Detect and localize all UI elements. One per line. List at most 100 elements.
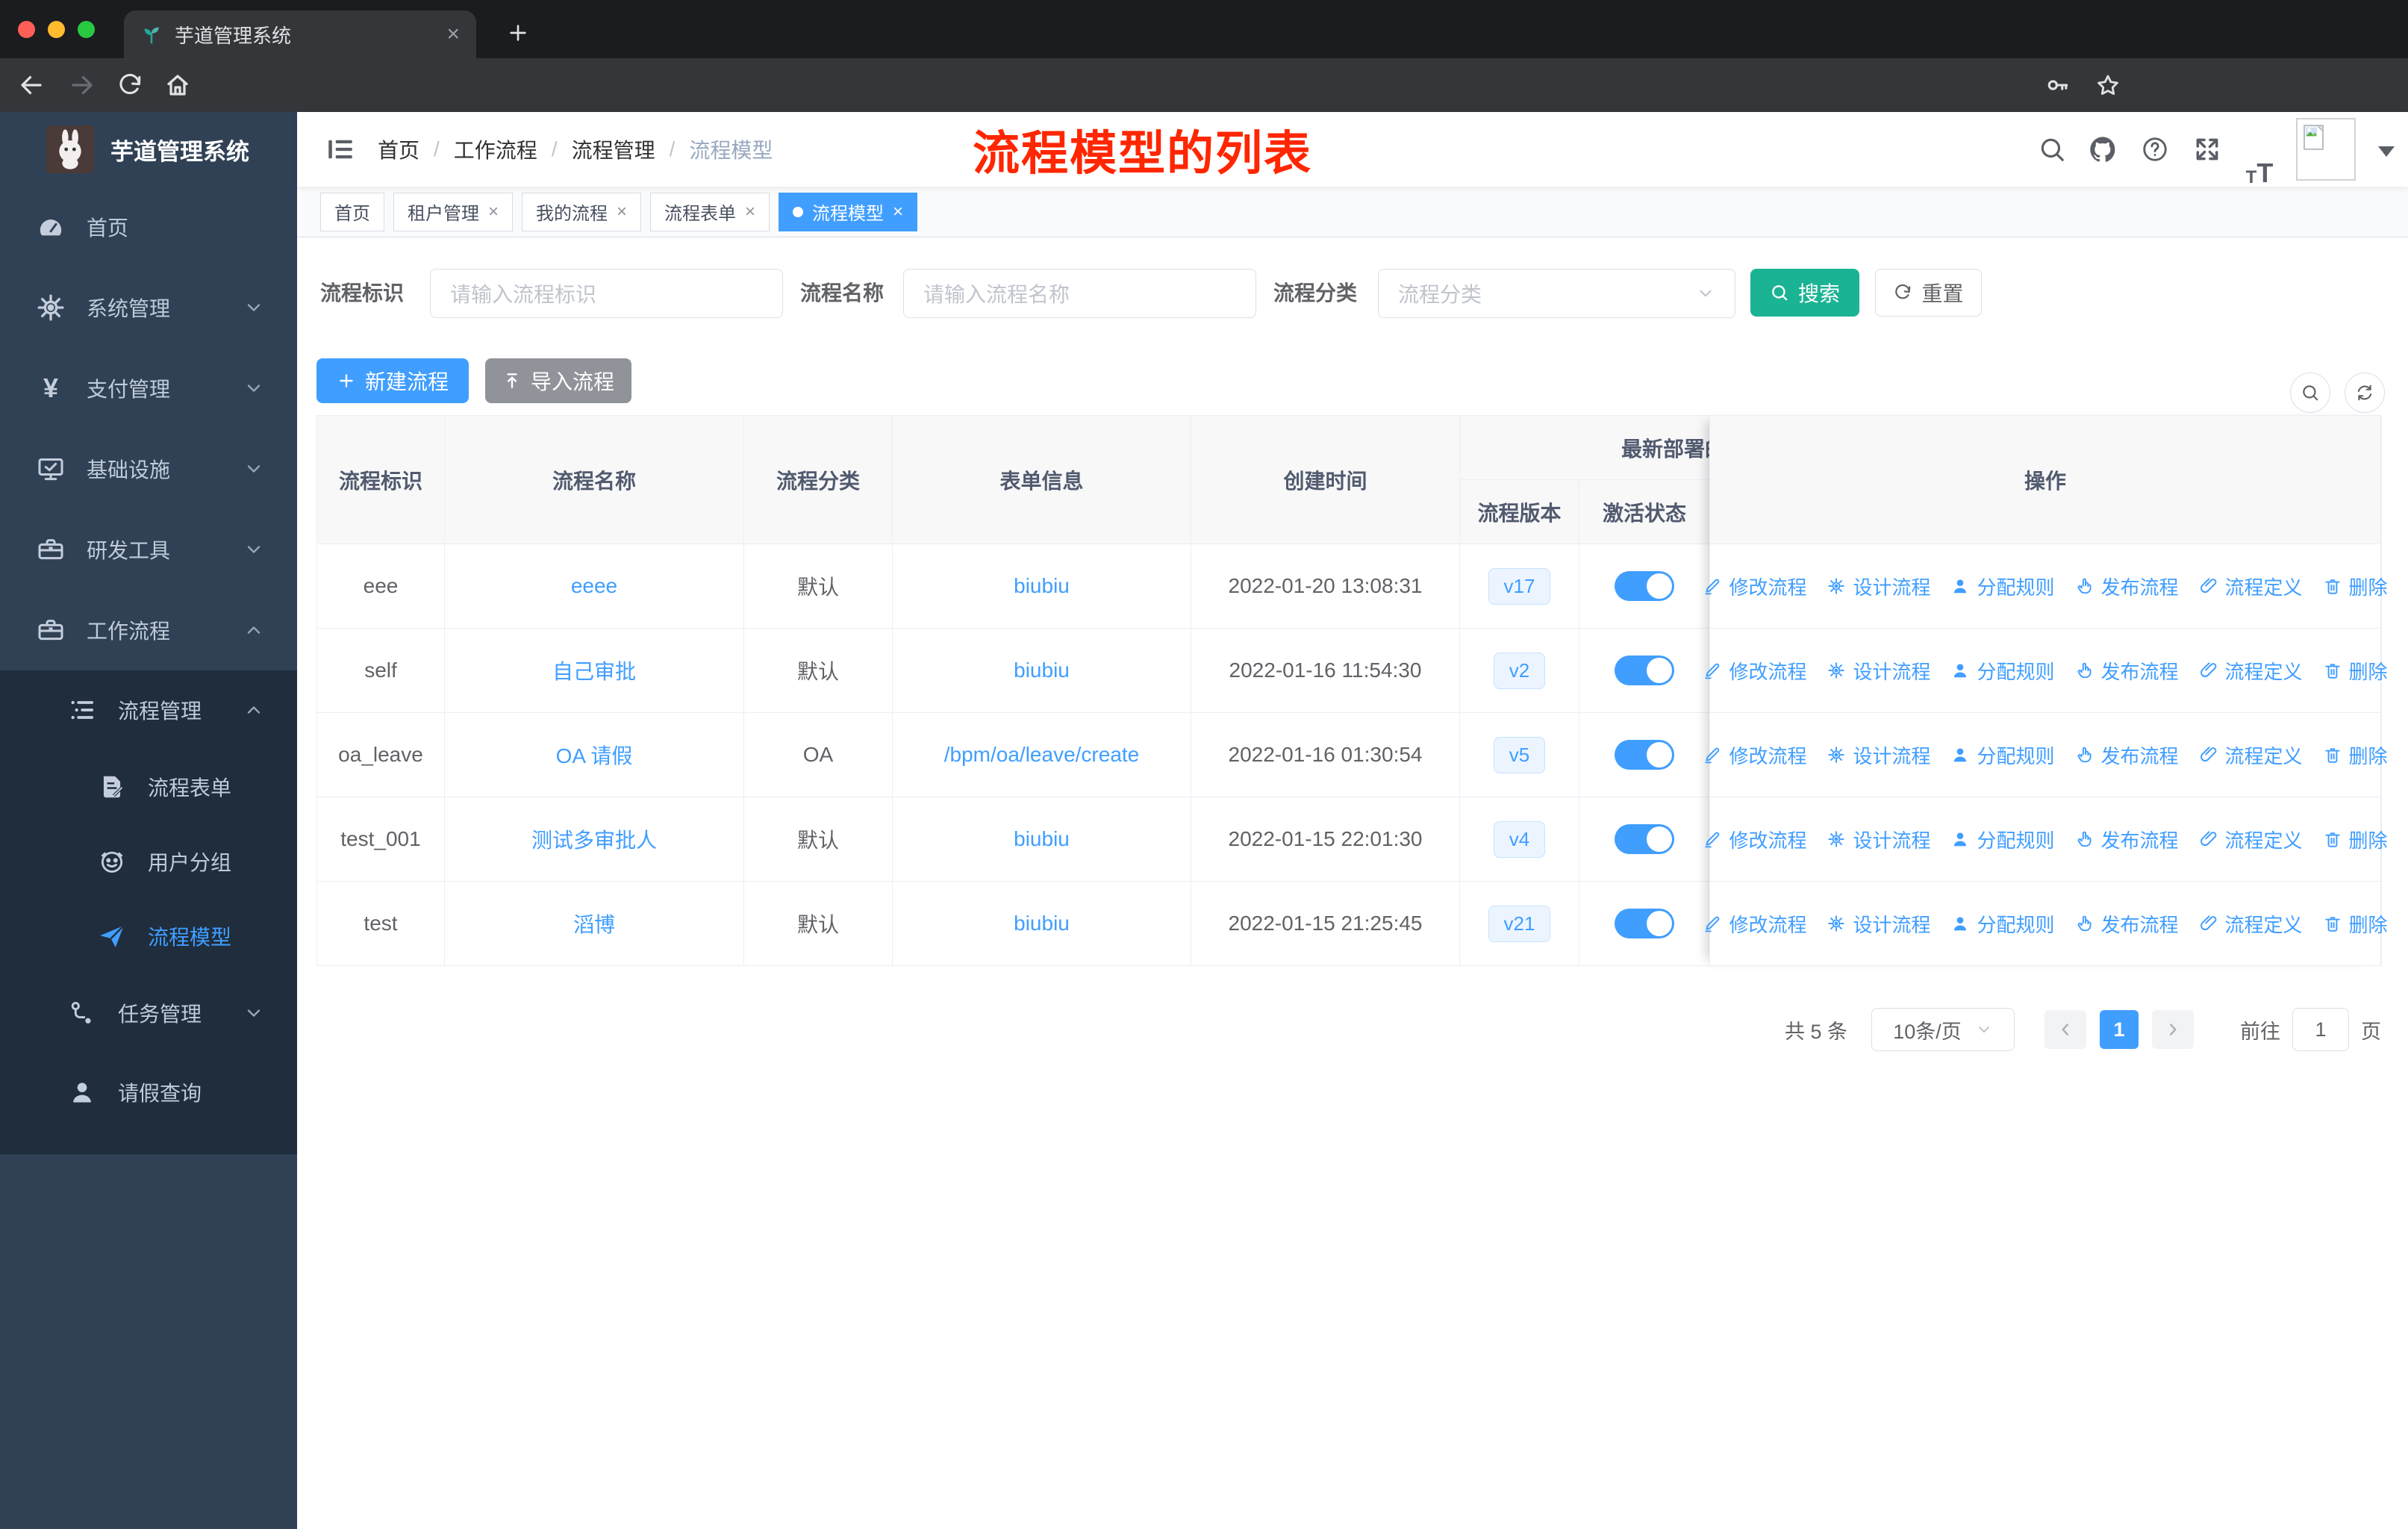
avatar[interactable]: [2296, 118, 2356, 181]
process-name-link[interactable]: OA 请假: [556, 744, 633, 767]
forward-icon[interactable]: [61, 58, 103, 112]
version-badge[interactable]: v4: [1493, 820, 1546, 858]
sidebar-item-payment[interactable]: ¥ 支付管理: [0, 348, 297, 429]
sidebar-item-workflow[interactable]: 工作流程: [0, 590, 297, 670]
key-icon[interactable]: [2036, 58, 2078, 112]
process-name-link[interactable]: 自己审批: [552, 660, 636, 683]
sidebar-item-process-model[interactable]: 流程模型: [0, 899, 297, 974]
github-icon[interactable]: [2082, 112, 2124, 187]
close-icon[interactable]: ×: [488, 202, 499, 221]
maximize-window-button[interactable]: [78, 20, 95, 38]
sidebar-item-user-group[interactable]: 用户分组: [0, 824, 297, 899]
fullscreen-icon[interactable]: [2186, 112, 2228, 187]
browser-tab[interactable]: 芋道管理系统 ×: [124, 10, 476, 58]
version-badge[interactable]: v21: [1488, 905, 1551, 942]
deploy-process-link[interactable]: 发布流程: [2075, 826, 2179, 853]
design-process-link[interactable]: 设计流程: [1827, 741, 1930, 769]
table-refresh-button[interactable]: [2345, 373, 2385, 413]
active-toggle[interactable]: [1615, 824, 1674, 854]
prev-page-button[interactable]: [2044, 1010, 2086, 1049]
back-icon[interactable]: [10, 58, 52, 112]
import-process-button[interactable]: 导入流程: [485, 358, 631, 403]
active-toggle[interactable]: [1615, 909, 1674, 938]
modify-process-link[interactable]: 修改流程: [1703, 910, 1806, 938]
version-badge[interactable]: v5: [1493, 736, 1546, 773]
search-icon[interactable]: [2031, 112, 2073, 187]
design-process-link[interactable]: 设计流程: [1827, 573, 1930, 600]
process-name-link[interactable]: 测试多审批人: [531, 829, 657, 852]
bookmark-star-icon[interactable]: [2087, 58, 2129, 112]
home-icon[interactable]: [157, 58, 199, 112]
process-name-link[interactable]: eeee: [571, 574, 617, 597]
delete-link[interactable]: 删除: [2323, 826, 2388, 853]
tag-tenant[interactable]: 租户管理 ×: [393, 192, 514, 231]
close-window-button[interactable]: [18, 20, 35, 38]
deploy-process-link[interactable]: 发布流程: [2075, 741, 2179, 769]
close-icon[interactable]: ×: [617, 202, 627, 221]
assign-rule-link[interactable]: 分配规则: [1950, 910, 2055, 938]
new-tab-button[interactable]: [497, 12, 539, 54]
close-icon[interactable]: ×: [745, 202, 755, 221]
process-definition-link[interactable]: 流程定义: [2199, 657, 2303, 685]
deploy-process-link[interactable]: 发布流程: [2075, 573, 2179, 600]
category-select[interactable]: 流程分类: [1378, 269, 1735, 318]
breadcrumb-item[interactable]: 流程管理: [572, 134, 655, 164]
sidebar-item-infrastructure[interactable]: 基础设施: [0, 429, 297, 509]
delete-link[interactable]: 删除: [2323, 573, 2388, 600]
table-search-toggle-button[interactable]: [2290, 373, 2330, 413]
close-icon[interactable]: ×: [893, 202, 903, 221]
form-link[interactable]: /bpm/oa/leave/create: [944, 743, 1140, 766]
version-badge[interactable]: v2: [1493, 652, 1546, 689]
modify-process-link[interactable]: 修改流程: [1703, 826, 1806, 853]
process-definition-link[interactable]: 流程定义: [2199, 826, 2303, 853]
reset-button[interactable]: 重置: [1875, 269, 1982, 317]
sidebar-item-system[interactable]: 系统管理: [0, 267, 297, 348]
help-icon[interactable]: [2134, 112, 2176, 187]
form-link[interactable]: biubiu: [1014, 658, 1070, 682]
assign-rule-link[interactable]: 分配规则: [1950, 741, 2055, 769]
process-definition-link[interactable]: 流程定义: [2199, 741, 2303, 769]
reload-icon[interactable]: [109, 58, 151, 112]
process-name-input[interactable]: 请输入流程名称: [903, 269, 1256, 318]
caret-down-icon[interactable]: [2378, 146, 2395, 157]
process-definition-link[interactable]: 流程定义: [2199, 910, 2303, 938]
tag-home[interactable]: 首页: [320, 192, 384, 231]
minimize-window-button[interactable]: [48, 20, 65, 38]
deploy-process-link[interactable]: 发布流程: [2075, 910, 2179, 938]
breadcrumb-item[interactable]: 首页: [378, 134, 419, 164]
assign-rule-link[interactable]: 分配规则: [1950, 826, 2055, 853]
search-button[interactable]: 搜索: [1750, 269, 1859, 317]
breadcrumb-item[interactable]: 工作流程: [454, 134, 537, 164]
active-toggle[interactable]: [1615, 740, 1674, 770]
design-process-link[interactable]: 设计流程: [1827, 826, 1930, 853]
modify-process-link[interactable]: 修改流程: [1703, 657, 1806, 685]
active-toggle[interactable]: [1615, 571, 1674, 601]
delete-link[interactable]: 删除: [2323, 910, 2388, 938]
sidebar-item-process-management[interactable]: 流程管理: [0, 670, 297, 750]
tab-close-icon[interactable]: ×: [446, 23, 460, 46]
page-size-select[interactable]: 10条/页: [1871, 1008, 2015, 1051]
sidebar-item-home[interactable]: 首页: [0, 187, 297, 267]
tag-process-form[interactable]: 流程表单 ×: [650, 192, 770, 231]
goto-page-input[interactable]: 1: [2292, 1008, 2349, 1051]
sidebar-item-process-form[interactable]: 流程表单: [0, 750, 297, 824]
sidebar-item-devtools[interactable]: 研发工具: [0, 509, 297, 590]
process-definition-link[interactable]: 流程定义: [2199, 573, 2303, 600]
hamburger-icon[interactable]: [322, 131, 358, 167]
create-process-button[interactable]: 新建流程: [316, 358, 469, 403]
next-page-button[interactable]: [2152, 1010, 2194, 1049]
assign-rule-link[interactable]: 分配规则: [1950, 573, 2055, 600]
form-link[interactable]: biubiu: [1014, 827, 1070, 850]
delete-link[interactable]: 删除: [2323, 657, 2388, 685]
deploy-process-link[interactable]: 发布流程: [2075, 657, 2179, 685]
sidebar-item-leave-query[interactable]: 请假查询: [0, 1053, 297, 1132]
modify-process-link[interactable]: 修改流程: [1703, 573, 1806, 600]
design-process-link[interactable]: 设计流程: [1827, 657, 1930, 685]
tag-process-model[interactable]: 流程模型 ×: [779, 192, 918, 231]
form-link[interactable]: biubiu: [1014, 912, 1070, 935]
active-toggle[interactable]: [1615, 655, 1674, 685]
design-process-link[interactable]: 设计流程: [1827, 910, 1930, 938]
modify-process-link[interactable]: 修改流程: [1703, 741, 1806, 769]
assign-rule-link[interactable]: 分配规则: [1950, 657, 2055, 685]
process-key-input[interactable]: 请输入流程标识: [430, 269, 783, 318]
